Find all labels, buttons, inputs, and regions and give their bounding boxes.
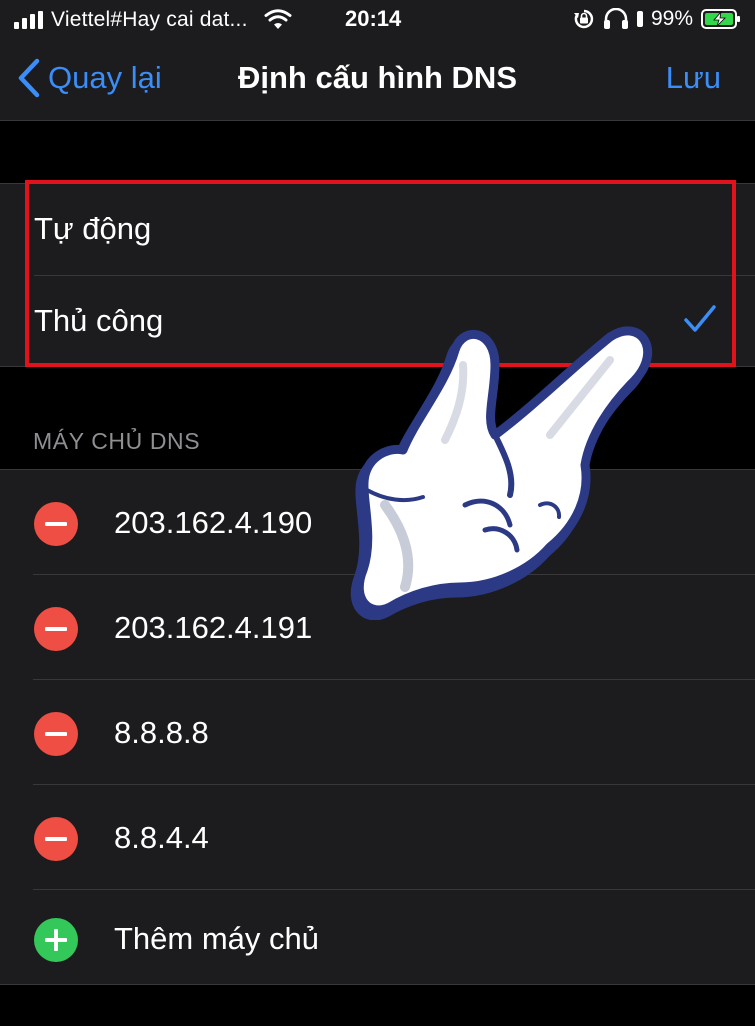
headphones-level-icon (636, 11, 643, 27)
dns-server-address[interactable]: 8.8.4.4 (114, 820, 209, 856)
status-right: 99% (573, 6, 741, 32)
section-header-dns-servers: MÁY CHỦ DNS (33, 428, 201, 454)
clock: 20:14 (345, 6, 402, 31)
dns-mode-group: Tự động Thủ công (0, 183, 755, 367)
orientation-lock-icon (573, 9, 594, 29)
remove-server-button[interactable] (34, 502, 78, 546)
battery-percent: 99% (650, 7, 693, 30)
wifi-icon (264, 9, 292, 29)
dns-server-list: 203.162.4.190 203.162.4.191 8.8.8.8 8.8.… (0, 469, 755, 985)
dns-server-row: 8.8.8.8 (0, 680, 755, 785)
status-bar: Viettel#Hay cai dat... 20:14 99% (0, 0, 755, 40)
remove-server-button[interactable] (34, 607, 78, 651)
navigation-bar: Quay lại Định cấu hình DNS Lưu (0, 40, 755, 121)
remove-server-button[interactable] (34, 712, 78, 756)
dns-server-row: 8.8.4.4 (0, 785, 755, 890)
mode-option-automatic[interactable]: Tự động (0, 184, 755, 274)
signal-icon (14, 11, 43, 29)
mode-option-label: Thủ công (34, 303, 164, 338)
add-server-row[interactable]: Thêm máy chủ (0, 886, 755, 991)
page-title: Định cấu hình DNS (238, 60, 517, 95)
add-server-label: Thêm máy chủ (114, 921, 320, 956)
dns-server-row: 203.162.4.191 (0, 575, 755, 680)
dns-server-row: 203.162.4.190 (0, 470, 755, 575)
battery-charging-icon (701, 9, 740, 29)
dns-server-address[interactable]: 203.162.4.190 (114, 505, 312, 541)
status-left: Viettel#Hay cai dat... (14, 8, 292, 32)
save-button[interactable]: Lưu (666, 60, 721, 96)
mode-option-manual[interactable]: Thủ công (0, 276, 755, 366)
carrier-name: Viettel#Hay cai dat... (51, 8, 248, 31)
checkmark-icon (684, 305, 716, 332)
dns-server-address[interactable]: 203.162.4.191 (114, 610, 312, 646)
headphones-icon (603, 8, 628, 29)
add-server-button[interactable] (34, 918, 78, 962)
dns-server-address[interactable]: 8.8.8.8 (114, 715, 209, 751)
mode-option-label: Tự động (34, 211, 152, 246)
screen: Viettel#Hay cai dat... 20:14 99% Quay lạ… (0, 0, 755, 1026)
remove-server-button[interactable] (34, 817, 78, 861)
